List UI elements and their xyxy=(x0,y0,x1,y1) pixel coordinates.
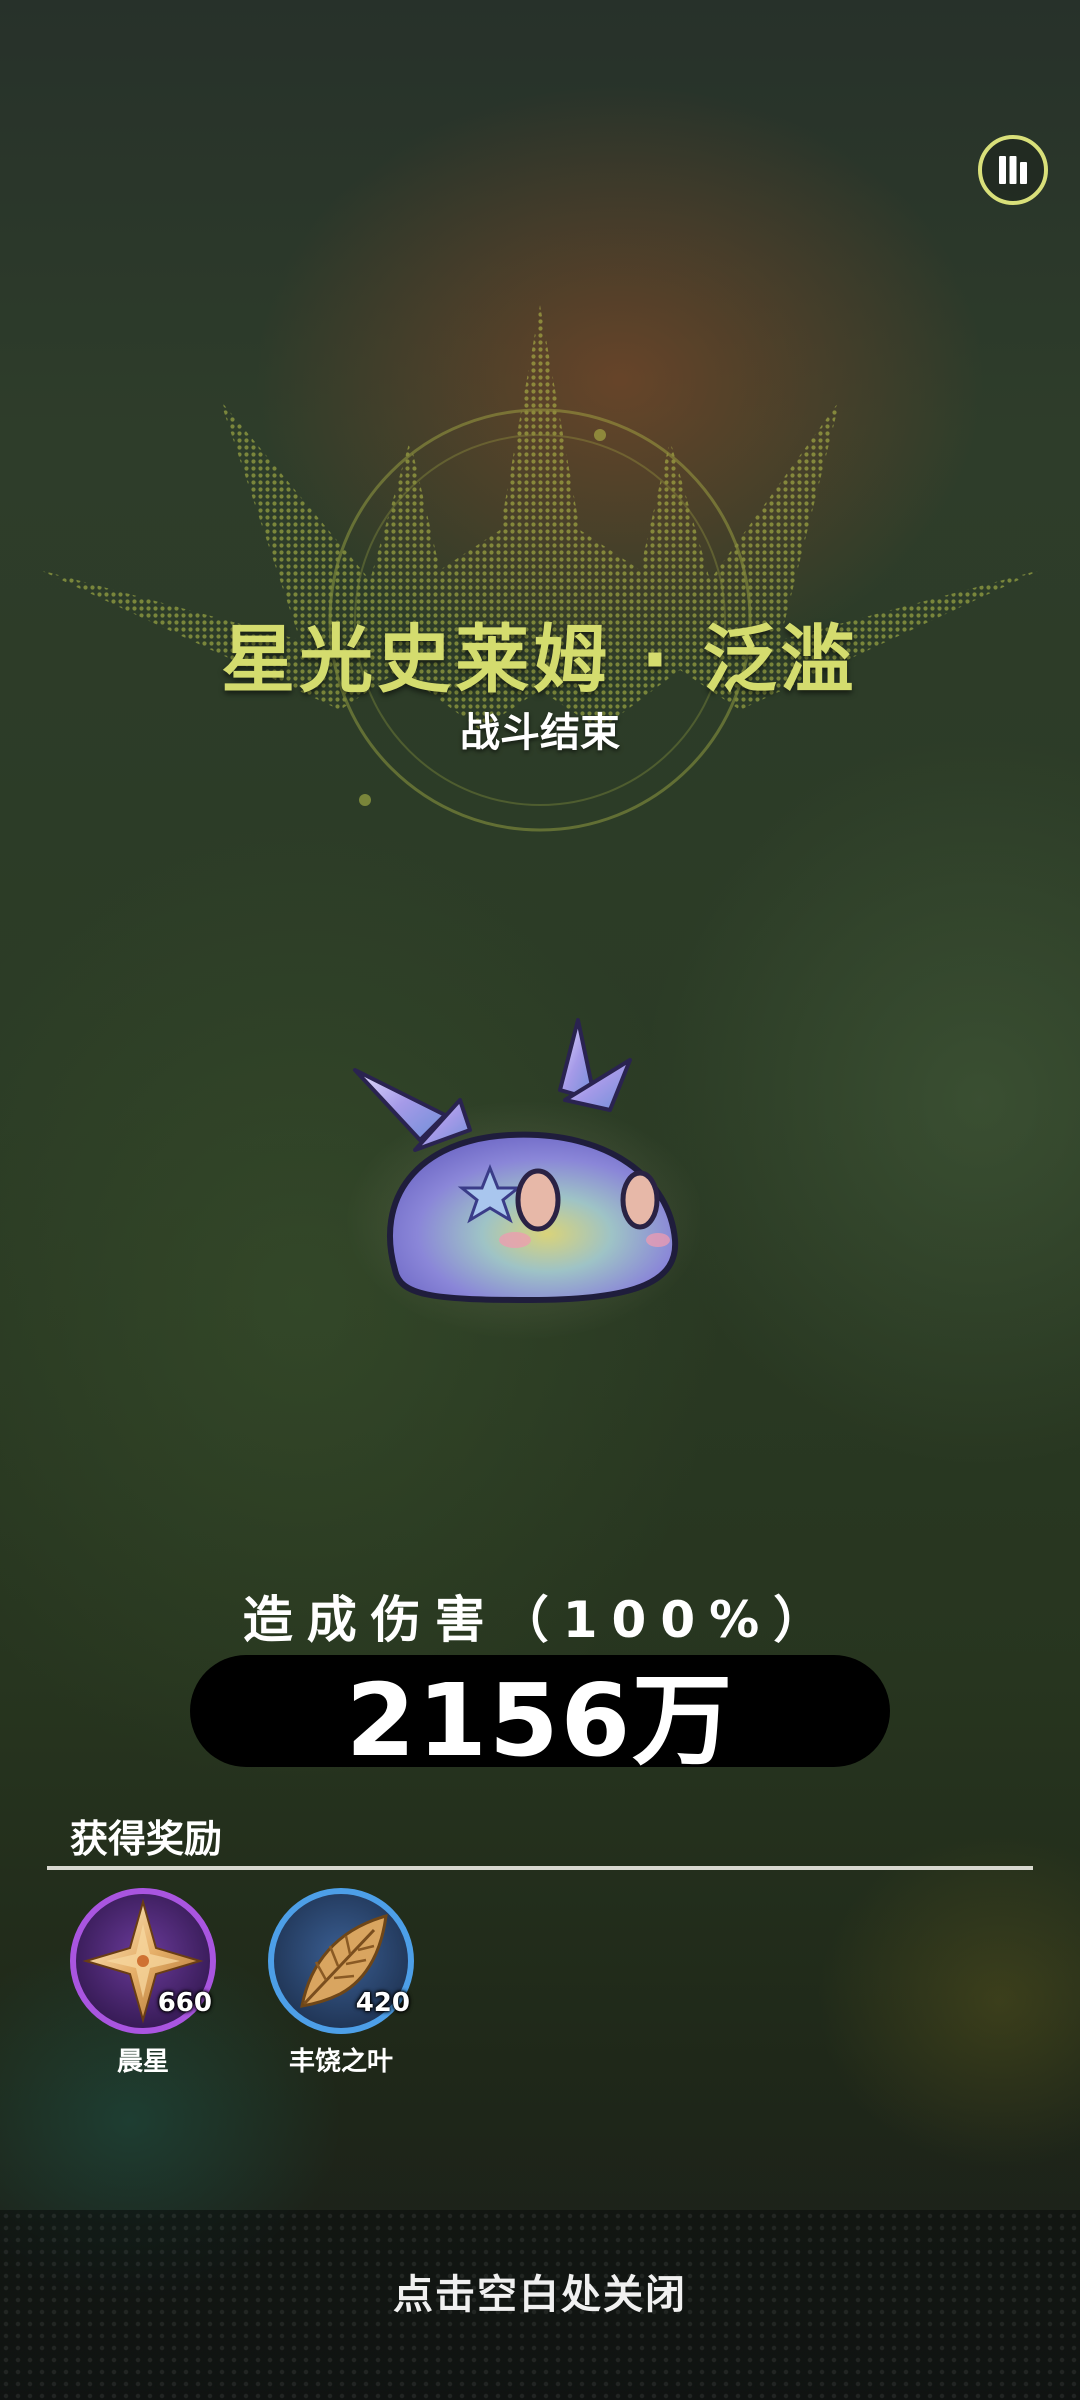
reward-count: 420 xyxy=(355,1988,410,2018)
reward-count: 660 xyxy=(157,1988,212,2018)
starlight-slime-icon xyxy=(345,1018,700,1340)
damage-value: 2156万 xyxy=(345,1661,735,1779)
stats-button[interactable] xyxy=(978,135,1048,205)
reward-name: 丰饶之叶 xyxy=(288,2047,393,2077)
bar-chart-icon xyxy=(999,156,1027,184)
boss-title: 星光史莱姆 · 泛滥 xyxy=(221,617,859,703)
crown-emblem xyxy=(40,305,1040,832)
battle-status: 战斗结束 xyxy=(460,710,620,756)
rewards-header: 获得奖励 xyxy=(70,1817,223,1861)
rewards-divider xyxy=(47,1866,1033,1870)
close-hint[interactable]: 点击空白处关闭 xyxy=(0,2262,1080,2320)
damage-panel: 2156万 xyxy=(190,1655,890,1779)
reward-name: 晨星 xyxy=(116,2047,169,2077)
